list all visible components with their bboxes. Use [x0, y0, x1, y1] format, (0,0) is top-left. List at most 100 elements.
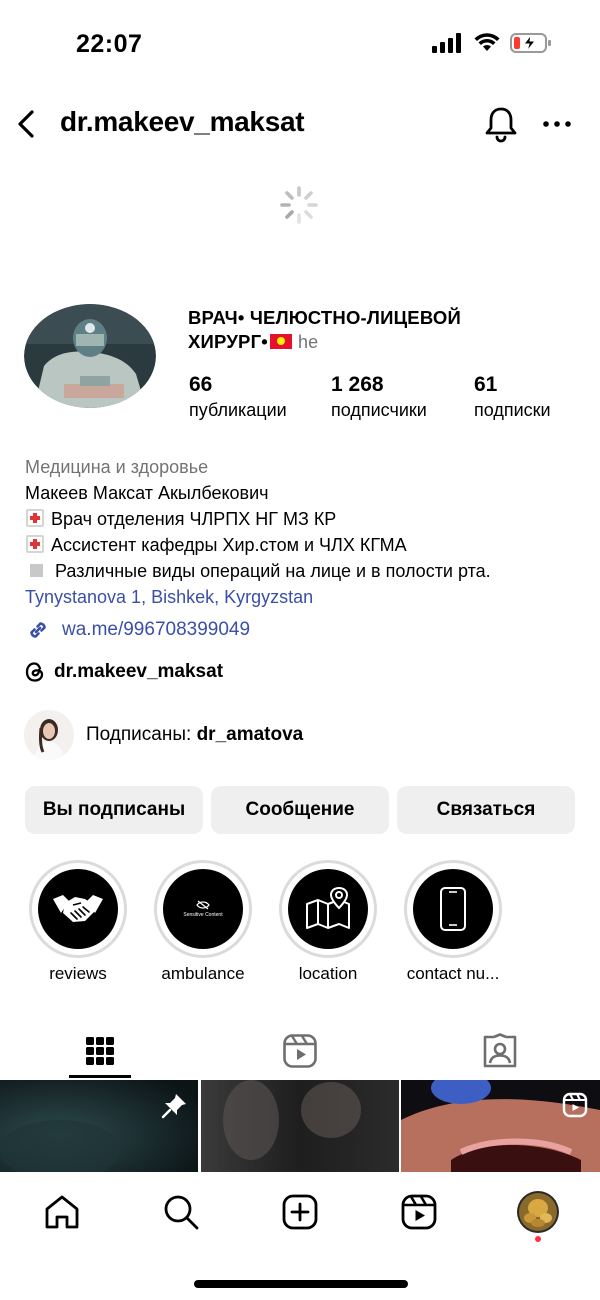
highlight-reviews[interactable]: reviews — [23, 860, 133, 984]
profile-avatar — [517, 1191, 559, 1233]
highlight-label: location — [298, 964, 358, 983]
stat-followers-value: 1 268 — [331, 373, 384, 396]
profile-avatar[interactable] — [24, 304, 156, 408]
post-image — [201, 1080, 399, 1172]
bio-line-3: Различные виды операций на лице и в поло… — [25, 558, 585, 584]
highlight-ring — [404, 860, 502, 958]
reel-indicator-icon — [562, 1092, 588, 1118]
back-icon[interactable] — [12, 106, 42, 142]
highlight-label: contact nu... — [406, 964, 500, 983]
wifi-icon — [474, 33, 500, 51]
highlight-ambulance[interactable]: Sensitive Content ambulance — [148, 860, 258, 984]
pin-icon — [161, 1094, 186, 1119]
stat-posts-value: 66 — [189, 373, 213, 396]
followed-by-prefix: Подписаны: — [86, 724, 197, 745]
threads-badge[interactable]: dr.makeev_maksat — [24, 660, 223, 684]
highlight-cover — [38, 869, 118, 949]
grid-icon — [86, 1037, 114, 1065]
highlight-location[interactable]: location — [273, 860, 383, 984]
tab-reels[interactable] — [200, 1024, 400, 1078]
stat-followers-label: подписчики — [331, 400, 427, 420]
bottom-navigation — [0, 1172, 600, 1300]
stat-posts-label: публикации — [189, 400, 287, 420]
highlight-cover — [413, 869, 493, 949]
loading-spinner-icon — [280, 186, 318, 224]
following-button[interactable]: Вы подписаны — [25, 786, 203, 834]
highlight-contact[interactable]: contact nu... — [398, 860, 508, 984]
post-thumbnail[interactable] — [401, 1080, 600, 1172]
nav-search[interactable] — [159, 1190, 203, 1234]
profile-category: Медицина и здоровье — [25, 457, 209, 477]
profile-full-name: ВРАЧ• ЧЕЛЮСТНО-ЛИЦЕВОЙ ХИРУРГ• he — [188, 306, 518, 354]
highlight-cover: Sensitive Content — [163, 869, 243, 949]
follower-photo — [24, 710, 74, 760]
highlight-cover — [288, 869, 368, 949]
threads-handle[interactable]: dr.makeev_maksat — [54, 661, 223, 683]
bio-line-1: Врач отделения ЧЛРПХ НГ МЗ КР — [25, 506, 585, 532]
stat-following-value: 61 — [474, 373, 498, 396]
nav-reels[interactable] — [397, 1190, 441, 1234]
search-icon — [164, 1195, 199, 1230]
pronouns: he — [297, 332, 319, 352]
kyrgyzstan-flag-icon — [269, 334, 292, 349]
followed-by-user[interactable]: dr_amatova — [197, 724, 304, 745]
create-icon — [282, 1194, 318, 1230]
status-icons — [432, 32, 552, 54]
bio-line-2-text: Ассистент кафедры Хир.стом и ЧЛХ КГМА — [51, 535, 407, 555]
notification-dot — [535, 1236, 541, 1242]
message-button[interactable]: Сообщение — [211, 786, 389, 834]
threads-icon — [25, 662, 44, 682]
sensitive-content-icon — [196, 900, 210, 910]
reels-icon — [283, 1034, 317, 1068]
battery-low-charging-icon — [510, 33, 551, 53]
post-thumbnail[interactable] — [0, 1080, 198, 1172]
tagged-icon — [483, 1033, 517, 1068]
tab-grid[interactable] — [0, 1024, 200, 1078]
status-time: 22:07 — [76, 30, 143, 58]
follower-avatar[interactable] — [24, 710, 74, 760]
stat-following-label: подписки — [474, 400, 551, 420]
post-thumbnail[interactable] — [201, 1080, 399, 1172]
cellular-signal-icon — [432, 33, 461, 53]
stat-following[interactable]: 61 подписки — [474, 372, 551, 422]
stat-posts[interactable]: 66 публикации — [189, 372, 287, 422]
home-icon — [45, 1195, 79, 1229]
stat-followers[interactable]: 1 268 подписчики — [331, 372, 427, 422]
full-name-text: ВРАЧ• ЧЕЛЮСТНО-ЛИЦЕВОЙ ХИРУРГ• — [188, 307, 462, 352]
highlight-ring — [279, 860, 377, 958]
square-emoji-icon — [30, 564, 43, 577]
contact-button[interactable]: Связаться — [397, 786, 575, 834]
highlight-label: reviews — [49, 964, 107, 983]
nav-profile[interactable] — [516, 1190, 560, 1234]
bio-line-3-text: Различные виды операций на лице и в поло… — [55, 561, 491, 581]
link-icon — [30, 622, 46, 638]
followed-by-text: Подписаны: dr_amatova — [86, 724, 303, 746]
followed-by[interactable]: Подписаны: dr_amatova — [24, 710, 303, 760]
bio-line-2: Ассистент кафедры Хир.стом и ЧЛХ КГМА — [25, 532, 585, 558]
surgeon-photo — [24, 304, 156, 408]
profile-link-text[interactable]: wa.me/996708399049 — [62, 619, 250, 641]
profile-username: dr.makeev_maksat — [60, 106, 305, 137]
profile-bio: Медицина и здоровье Макеев Максат Акылбе… — [25, 454, 585, 610]
hospital-emoji-icon — [26, 535, 44, 553]
bio-line-1-text: Врач отделения ЧЛРПХ НГ МЗ КР — [51, 509, 337, 529]
nav-create[interactable] — [278, 1190, 322, 1234]
profile-link[interactable]: wa.me/996708399049 — [24, 616, 250, 644]
more-options-icon[interactable] — [540, 110, 574, 138]
map-icon — [306, 886, 350, 929]
tab-tagged[interactable] — [400, 1024, 600, 1078]
sensitive-content-text: Sensitive Content — [183, 912, 223, 918]
highlight-ring — [29, 860, 127, 958]
bell-icon[interactable] — [482, 104, 520, 144]
active-tab-indicator — [69, 1075, 131, 1078]
highlight-ring: Sensitive Content — [154, 860, 252, 958]
bio-name: Макеев Максат Акылбекович — [25, 483, 269, 503]
profile-address[interactable]: Tynystanova 1, Bishkek, Kyrgyzstan — [25, 584, 585, 610]
reels-icon — [401, 1194, 437, 1230]
phone-icon — [440, 887, 466, 931]
handshake-icon — [53, 895, 103, 922]
nav-home[interactable] — [40, 1190, 84, 1234]
highlight-label: ambulance — [161, 964, 245, 983]
hospital-emoji-icon — [26, 509, 44, 527]
home-indicator — [194, 1280, 408, 1288]
